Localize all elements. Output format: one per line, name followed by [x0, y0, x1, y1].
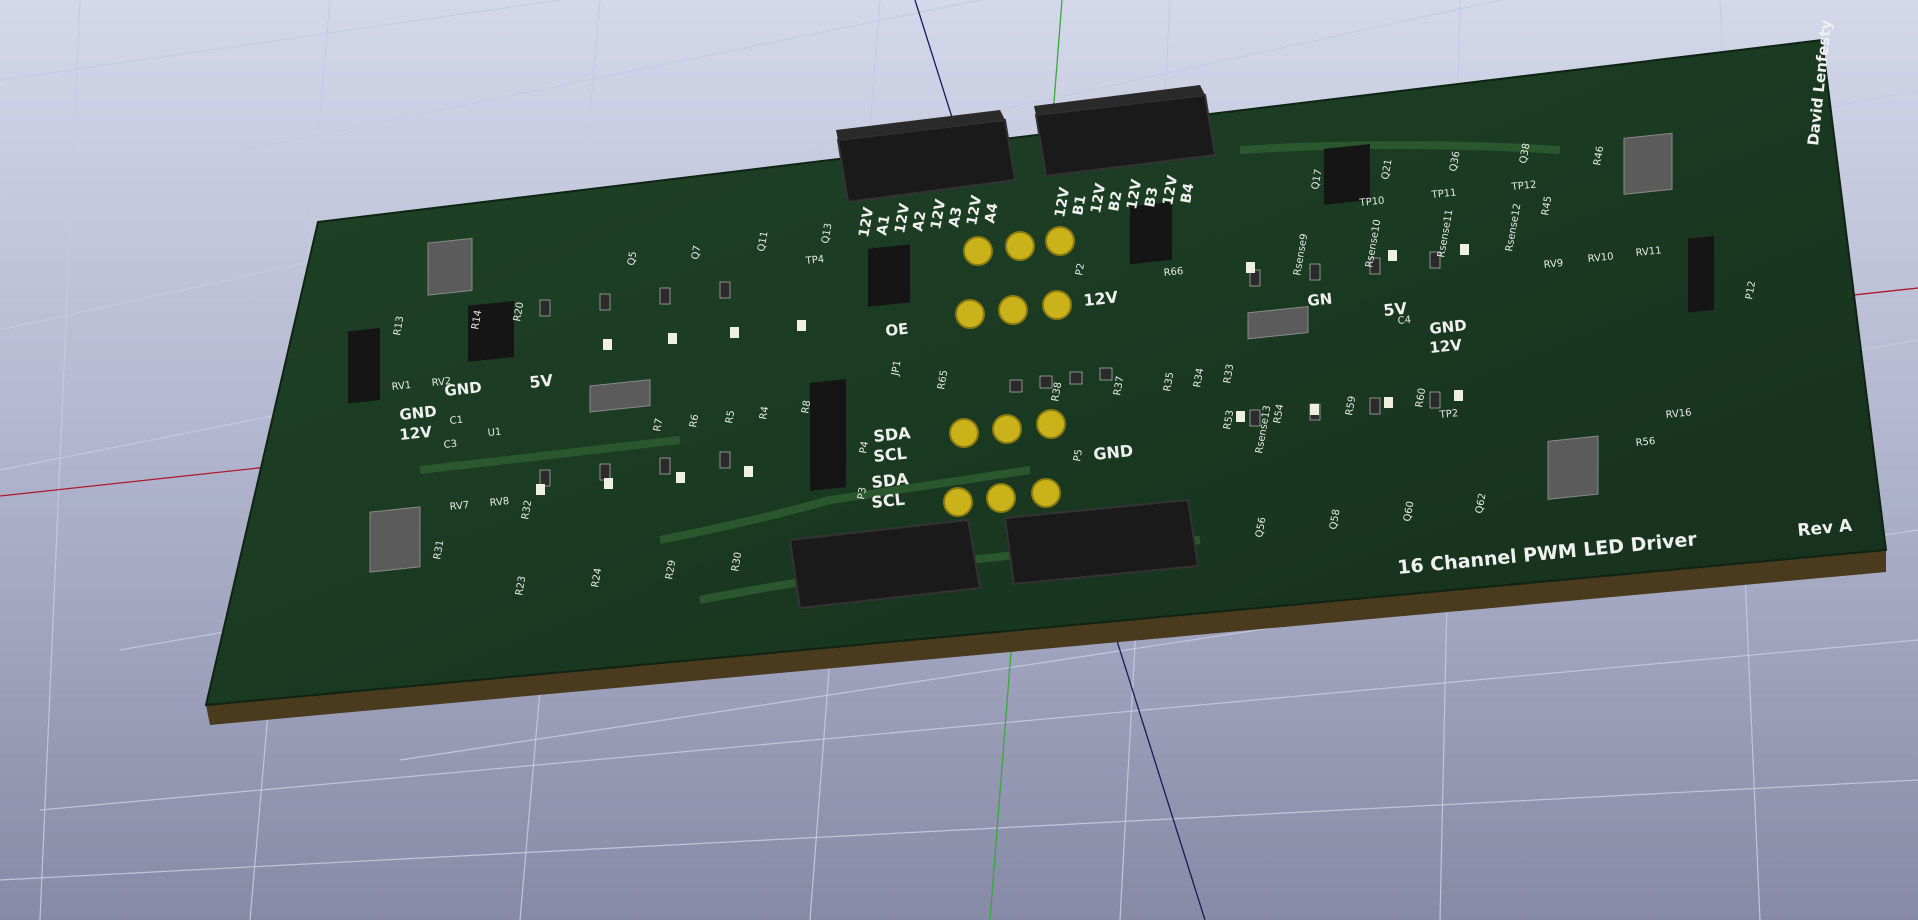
silkscreen-label-101: TP2 [1438, 408, 1459, 421]
label-12v-right: 12V [1429, 336, 1464, 357]
label-p5: P5 [1072, 448, 1085, 462]
silkscreen-label-59: TP4 [804, 254, 825, 267]
connector-5v-right[interactable] [1324, 144, 1370, 205]
silkscreen-label-66: R66 [1163, 266, 1184, 279]
silkscreen-label-62: R5 [724, 410, 737, 425]
3d-viewport[interactable]: 16 Channel PWM LED Driver Rev A David Le… [0, 0, 1918, 920]
connector-i2c[interactable] [810, 379, 846, 491]
label-sda-bottom: SDA [870, 469, 910, 492]
silkscreen-label-48: RV7 [449, 500, 470, 513]
connector-left[interactable] [348, 328, 380, 404]
label-5v-left: 5V [528, 371, 554, 392]
silkscreen-label-61: R6 [688, 414, 701, 429]
label-p2: P2 [1074, 262, 1087, 276]
label-oe: OE [885, 320, 910, 340]
silkscreen-label-44: U1 [487, 427, 502, 439]
silkscreen-label-98: R56 [1635, 436, 1656, 449]
pcb-board[interactable]: 16 Channel PWM LED Driver Rev A David Le… [204, 19, 1888, 725]
silkscreen-label-43: RV2 [431, 376, 452, 389]
connector-p12[interactable] [1688, 235, 1714, 313]
silkscreen-label-85: RV9 [1543, 258, 1564, 271]
label-p4: P4 [858, 440, 871, 454]
silkscreen-label-64: R8 [800, 400, 813, 415]
label-scl-bottom: SCL [870, 490, 905, 512]
silkscreen-label-49: RV8 [489, 496, 510, 509]
silkscreen-label-42: RV1 [391, 380, 412, 393]
silkscreen-label-100: C4 [1397, 315, 1411, 327]
label-12v-left: 12V [399, 423, 434, 444]
label-p3: P3 [856, 486, 869, 500]
silkscreen-label-45: C1 [449, 415, 463, 427]
connector-p1[interactable] [1130, 201, 1172, 265]
label-scl-top: SCL [872, 444, 907, 466]
silkscreen-label-60: R7 [652, 418, 665, 433]
label-gn-right: GN [1307, 289, 1334, 310]
silkscreen-label-46: C3 [443, 439, 457, 451]
label-sda-top: SDA [872, 423, 912, 446]
connector-oe[interactable] [868, 244, 910, 307]
silkscreen-label-63: R4 [758, 406, 771, 421]
label-12v-center: 12V [1082, 287, 1119, 310]
